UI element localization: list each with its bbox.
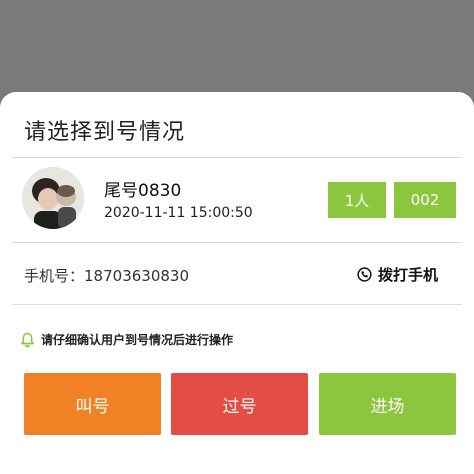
avatar — [22, 167, 84, 229]
phone-label: 手机号： — [24, 267, 85, 285]
divider — [12, 304, 462, 305]
avatar-image — [22, 167, 84, 229]
party-size-badge: 1人 — [328, 182, 386, 218]
phone-row: 手机号：18703630830 — [24, 265, 189, 286]
notice: 请仔细确认用户到号情况后进行操作 — [20, 331, 233, 348]
tail-number: 尾号0830 — [104, 181, 182, 201]
enter-venue-button[interactable]: 进场 — [319, 373, 456, 435]
dial-phone-button[interactable]: 拨打手机 — [357, 264, 438, 285]
sheet-title: 请选择到号情况 — [24, 120, 186, 145]
call-number-button[interactable]: 叫号 — [24, 373, 161, 435]
notice-text: 请仔细确认用户到号情况后进行操作 — [41, 333, 234, 347]
divider — [12, 157, 462, 158]
phone-dial-icon — [357, 267, 372, 282]
queue-timestamp: 2020-11-11 15:00:50 — [104, 205, 253, 221]
skip-number-button[interactable]: 过号 — [171, 373, 308, 435]
phone-number: 18703630830 — [84, 267, 189, 285]
dial-label: 拨打手机 — [377, 266, 438, 284]
bell-icon — [21, 332, 34, 347]
arrival-status-sheet: 请选择到号情况 尾号0830 2020-11-11 15:00:50 1人 00… — [0, 92, 474, 474]
divider — [12, 242, 462, 243]
queue-number-badge: 002 — [394, 182, 456, 218]
